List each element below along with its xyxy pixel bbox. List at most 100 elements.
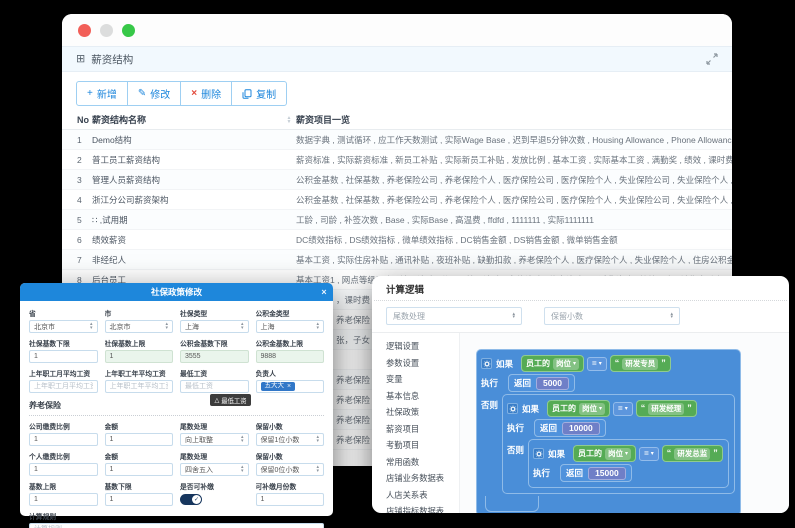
close-icon[interactable]: ×: [315, 287, 333, 297]
chevron-down-icon: ▾: [573, 361, 576, 367]
blockly-canvas[interactable]: 如果 员工的岗位▾ =▾ “研发专员” 执行 返回5000: [460, 333, 789, 513]
min-wage-field: 最低工资 △最低工资: [180, 368, 249, 393]
copy-button[interactable]: 复制: [231, 81, 287, 106]
minimize-window-button[interactable]: [100, 24, 113, 37]
decimals-field: 保留小数 保留1位小数▴▾: [256, 421, 325, 446]
chevron-down-icon: ▾: [599, 406, 602, 412]
table-row[interactable]: 5∷ ,试用期工龄 , 司龄 , 补签次数 , Base , 实际Base , …: [62, 210, 732, 230]
base-lower-input[interactable]: [105, 493, 174, 506]
select-caret-icon: ▴▾: [241, 466, 244, 473]
fund-base-upper-input[interactable]: [256, 350, 325, 363]
keep-decimals-select[interactable]: 保留小数▴▾: [544, 307, 680, 325]
field-dropdown[interactable]: 岗位▾: [553, 358, 579, 370]
category-item[interactable]: 店铺指标数据表: [386, 503, 459, 513]
fund-type-select[interactable]: 上海▴▾: [256, 320, 325, 333]
string-block[interactable]: “研发总监”: [662, 445, 723, 462]
logic-panel-title: 计算逻辑: [372, 276, 789, 300]
owner-tag-box[interactable]: 五大大×: [256, 380, 325, 393]
modal-title: 社保政策修改: [38, 286, 315, 298]
table-row[interactable]: 2普工员工薪资结构薪资标准 , 实际薪资标准 , 新员工补贴 , 实际新员工补贴…: [62, 150, 732, 170]
table-row[interactable]: 6绩效薪资DC绩效指标 , DS绩效指标 , 微单绩效指标 , DC销售金额 ,…: [62, 230, 732, 250]
operator-dropdown[interactable]: =▾: [639, 447, 659, 461]
table-row[interactable]: 4浙江分公司薪资架构公积金基数 , 社保基数 , 养老保险公司 , 养老保险个人…: [62, 190, 732, 210]
category-item[interactable]: 店铺业务数据表: [386, 470, 459, 487]
gear-icon[interactable]: [533, 448, 544, 459]
if-block[interactable]: 如果 员工的岗位▾ =▾ “研发专员” 执行 返回5000: [476, 349, 741, 513]
category-item[interactable]: 考勤项目: [386, 437, 459, 454]
delete-x-icon: ×: [191, 89, 197, 99]
table-row[interactable]: 1Demo结构数据字典 , 测试循环 , 应工作天数测试 , 实际Wage Ba…: [62, 130, 732, 150]
ss-base-upper-field: 社保基数上限: [105, 338, 174, 363]
field-block[interactable]: 员工的岗位▾: [547, 400, 610, 417]
category-item[interactable]: 人店关系表: [386, 487, 459, 504]
table-row[interactable]: 3管理人员薪资结构公积金基数 , 社保基数 , 养老保险公司 , 养老保险个人 …: [62, 170, 732, 190]
return-block[interactable]: 返回5000: [508, 374, 575, 392]
rounding2-select[interactable]: 四舍五入▴▾: [180, 463, 249, 476]
category-item[interactable]: 基本信息: [386, 388, 459, 405]
decimals2-select[interactable]: 保留0位小数▴▾: [256, 463, 325, 476]
rounding-mode-select[interactable]: 尾数处理▴▾: [386, 307, 522, 325]
province-select[interactable]: 北京市▴▾: [29, 320, 98, 333]
field-dropdown[interactable]: 岗位▾: [579, 403, 605, 415]
number-block[interactable]: 15000: [588, 467, 626, 480]
backpay-months-input[interactable]: [256, 493, 325, 506]
ss-base-lower-input[interactable]: [29, 350, 98, 363]
min-wage-input[interactable]: [180, 380, 249, 393]
gear-icon[interactable]: [481, 358, 492, 369]
rounding-select[interactable]: 向上取整▴▾: [180, 433, 249, 446]
pension-section-title: 养老保险: [29, 400, 324, 416]
string-block[interactable]: “研发经理”: [636, 400, 697, 417]
if-block[interactable]: 如果 员工的岗位▾ =▾ “研发总监”: [528, 439, 729, 488]
yearly-avg-wage-input[interactable]: [105, 380, 174, 393]
personal-amount-input[interactable]: [105, 463, 174, 476]
ss-type-select[interactable]: 上海▴▾: [180, 320, 249, 333]
category-item[interactable]: 社保政策: [386, 404, 459, 421]
return-block[interactable]: 返回10000: [534, 419, 606, 437]
company-rate-input[interactable]: [29, 433, 98, 446]
close-window-button[interactable]: [78, 24, 91, 37]
fund-base-lower-input[interactable]: [180, 350, 249, 363]
category-item[interactable]: 参数设置: [386, 355, 459, 372]
calc-rule-field: 计算规则: [29, 511, 324, 528]
category-item[interactable]: 变量: [386, 371, 459, 388]
toolbar-button-group: + 新增 ✎ 修改 × 删除 复制: [76, 81, 287, 106]
city-field: 市 北京市▴▾: [105, 308, 174, 333]
table-row[interactable]: 7非经纪人基本工资 , 实际住房补贴 , 通讯补贴 , 夜班补贴 , 缺勤扣款 …: [62, 250, 732, 270]
category-item[interactable]: 常用函数: [386, 454, 459, 471]
backpay-toggle[interactable]: ✓: [180, 494, 202, 505]
field-block[interactable]: 员工的岗位▾: [521, 355, 584, 372]
modal-header: 社保政策修改 ×: [20, 283, 333, 301]
expand-icon[interactable]: [706, 53, 718, 65]
decimals-select[interactable]: 保留1位小数▴▾: [256, 433, 325, 446]
string-block[interactable]: “研发专员”: [610, 355, 671, 372]
ss-base-upper-input[interactable]: [105, 350, 174, 363]
remove-tag-icon[interactable]: ×: [287, 383, 291, 390]
field-block[interactable]: 员工的岗位▾: [573, 445, 636, 462]
operator-dropdown[interactable]: =▾: [613, 402, 633, 416]
yearly-avg-wage-field: 上年职工年平均工资: [105, 368, 174, 393]
social-security-policy-modal: 社保政策修改 × 省 北京市▴▾ 市 北京市▴▾ 社保类型 上海▴▾ 公积金类型: [20, 283, 333, 516]
return-block[interactable]: 返回15000: [560, 464, 632, 482]
calc-rule-input[interactable]: [29, 523, 324, 528]
gear-icon[interactable]: [507, 403, 518, 414]
sort-icon[interactable]: ▲▼: [282, 116, 296, 124]
number-block[interactable]: 10000: [562, 422, 600, 435]
category-item[interactable]: 薪资项目: [386, 421, 459, 438]
owner-tag[interactable]: 五大大×: [261, 382, 296, 391]
category-item[interactable]: 逻辑设置: [386, 338, 459, 355]
company-amount-input[interactable]: [105, 433, 174, 446]
if-block[interactable]: 如果 员工的岗位▾ =▾ “研发经理” 执行 返回10000: [502, 394, 735, 494]
edit-button[interactable]: ✎ 修改: [127, 81, 181, 106]
zoom-window-button[interactable]: [122, 24, 135, 37]
operator-dropdown[interactable]: =▾: [587, 357, 607, 371]
monthly-avg-wage-field: 上年职工月平均工资: [29, 368, 98, 393]
add-button[interactable]: + 新增: [76, 81, 128, 106]
personal-rate-input[interactable]: [29, 463, 98, 476]
field-dropdown[interactable]: 岗位▾: [605, 448, 631, 460]
number-block[interactable]: 5000: [536, 377, 569, 390]
delete-button[interactable]: × 删除: [180, 81, 232, 106]
city-select[interactable]: 北京市▴▾: [105, 320, 174, 333]
base-upper-input[interactable]: [29, 493, 98, 506]
monthly-avg-wage-input[interactable]: [29, 380, 98, 393]
page-title: 薪资结构: [91, 52, 706, 67]
